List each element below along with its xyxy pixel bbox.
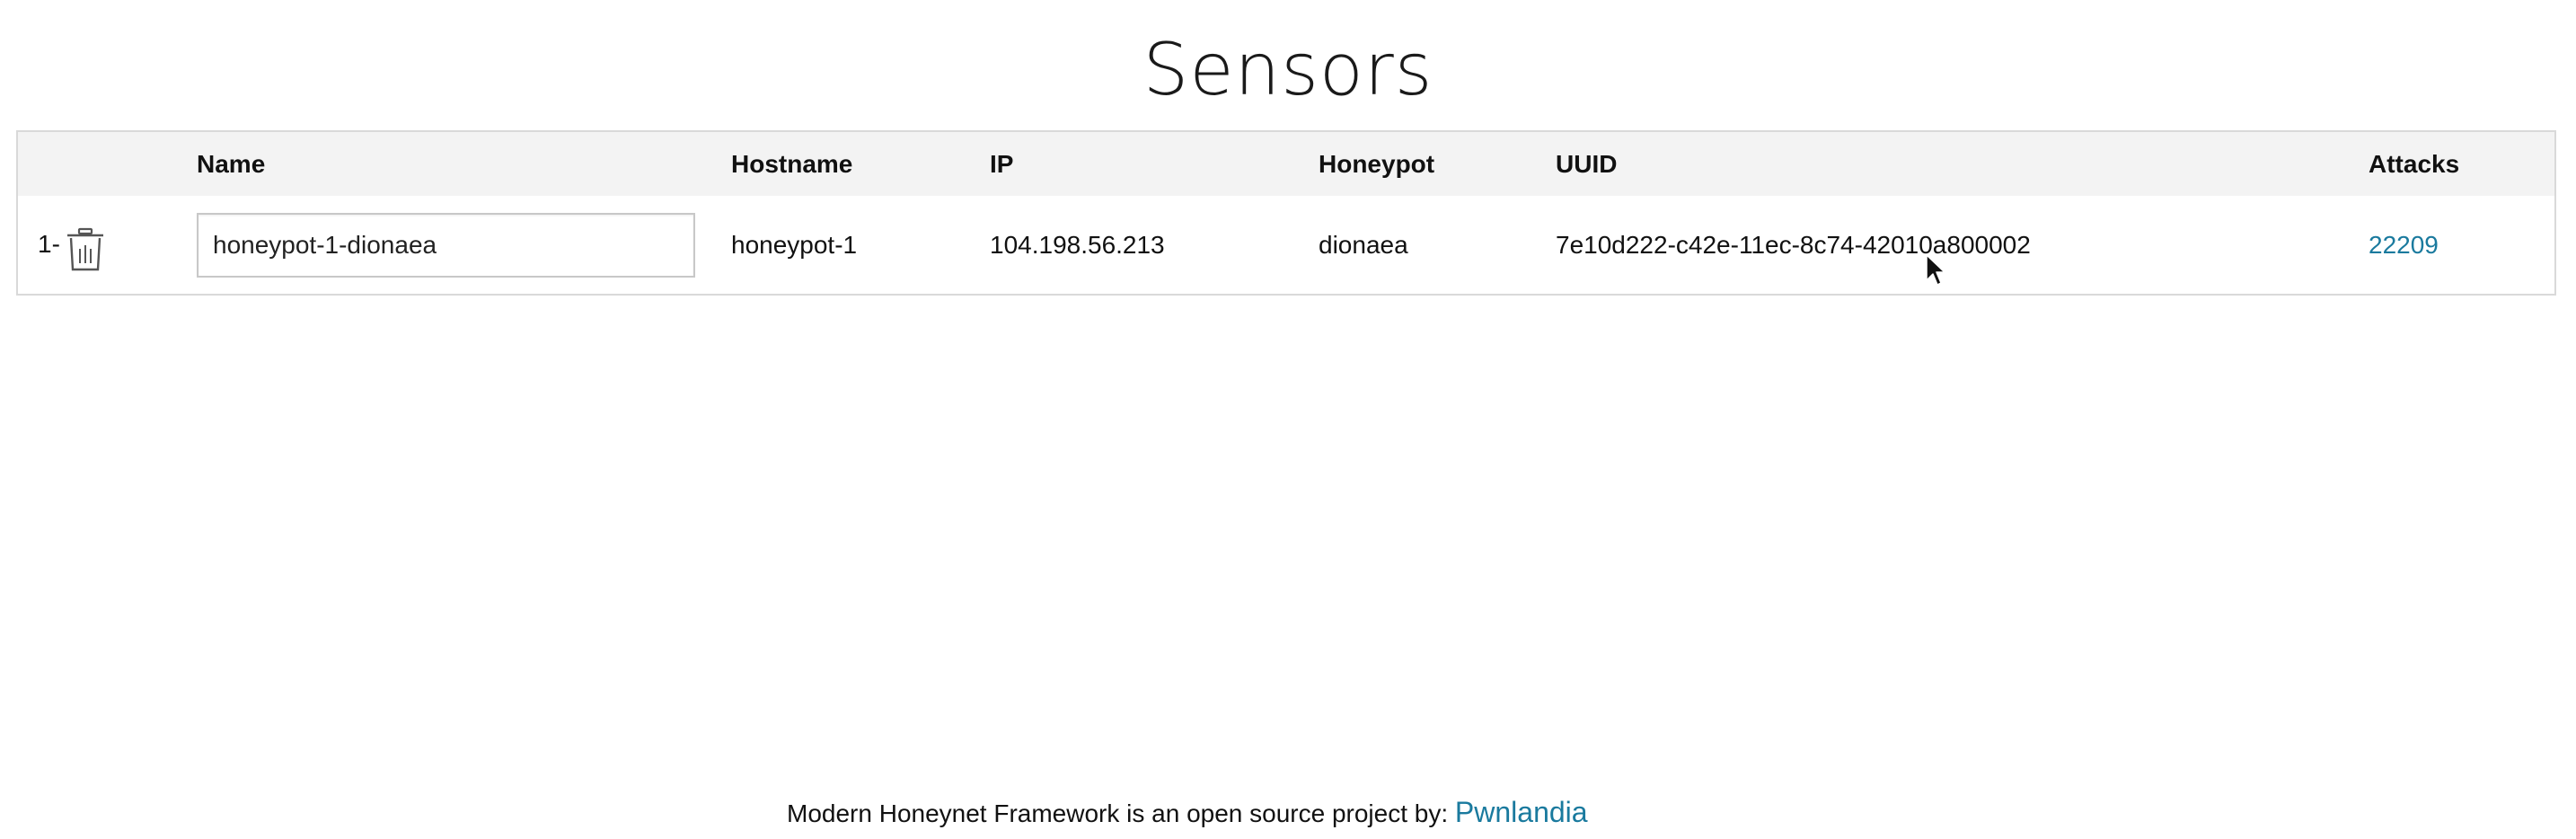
attacks-cell: 22209 [2369,196,2555,295]
hostname-cell: honeypot-1 [731,230,858,259]
trash-icon[interactable] [65,227,106,272]
row-index-cell: 1- [17,196,197,295]
header-ip: IP [990,149,1014,178]
table-row: 1- honeypot-1 104.198.56.213 dionaea 7e1… [17,196,2555,295]
name-cell [197,196,731,295]
attacks-count-link[interactable]: 22209 [2369,231,2439,259]
header-index [17,131,197,196]
page-title: Sensors [1142,28,1434,111]
footer-pwnlandia-link[interactable]: Pwnlandia [1455,796,1588,828]
uuid-cell: 7e10d222-c42e-11ec-8c74-42010a800002 [1556,230,2031,259]
header-name-label: Name [197,149,266,178]
header-honeypot: Honeypot [1319,149,1435,178]
sensors-table: Name Hostname IP Honeypot UUID Attacks 1… [16,130,2556,296]
ip-cell: 104.198.56.213 [990,230,1165,259]
header-name: Name [197,131,731,196]
table-header-row: Name Hostname IP Honeypot UUID Attacks [17,131,2555,196]
header-hostname: Hostname [731,149,853,178]
footer-text: Modern Honeynet Framework is an open sou… [787,799,1455,827]
sensor-name-input[interactable] [197,212,695,278]
header-attacks: Attacks [2369,149,2460,178]
honeypot-cell: dionaea [1319,230,1408,259]
header-uuid: UUID [1556,149,1618,178]
footer: Modern Honeynet Framework is an open sou… [787,796,1588,829]
row-index: 1- [38,230,60,258]
